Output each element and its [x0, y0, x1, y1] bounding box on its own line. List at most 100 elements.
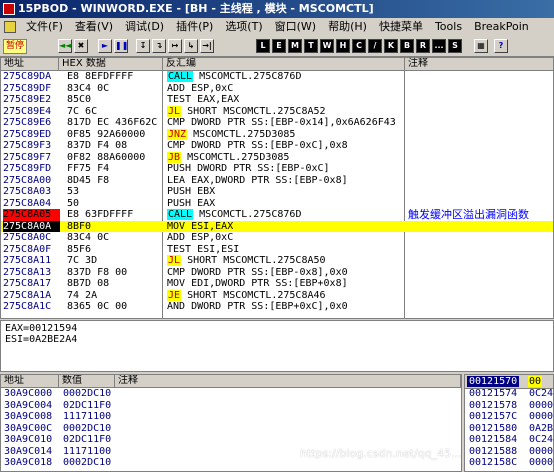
stack-row[interactable]: 00121584 0C24	[465, 434, 554, 446]
disassembly-pane[interactable]: 地址 HEX 数据 反汇编 注释 275C89DA E8 8EFDFFFF CALL…	[0, 57, 554, 319]
menu-debug[interactable]: 调试(D)	[119, 18, 170, 36]
step-over-button[interactable]: ↴	[152, 39, 166, 53]
disasm-row[interactable]: 275C8A17 8B7D 08 MOV EDI,DWORD PTR SS:[EBP…	[1, 278, 553, 290]
menu-breakpoints[interactable]: BreakPoin	[468, 18, 535, 36]
disasm-row[interactable]: 275C8A1A 74 2A JE SHORT MSCOMCTL.275C8A46	[1, 289, 553, 302]
disasm-row[interactable]: 275C8A0F 85F6 TEST ESI,ESI	[1, 244, 553, 256]
menu-tools[interactable]: Tools	[429, 18, 468, 36]
instruction-address: 275C8A1C	[3, 301, 52, 312]
dump-row[interactable]: 30A9C008 11171100	[1, 411, 461, 423]
instruction-hex: 8BF0	[67, 220, 92, 232]
instruction-operands: MOV EDI,DWORD PTR SS:[EBP+0x8]	[167, 278, 348, 289]
disasm-row[interactable]: 275C89FD FF75 F4 PUSH DWORD PTR SS:[EBP-0x…	[1, 163, 553, 175]
layout-grid-icon[interactable]: ▦	[474, 39, 488, 53]
handles-window-button[interactable]: H	[336, 39, 350, 53]
modules-window-button[interactable]: E	[272, 39, 286, 53]
trace-into-button[interactable]: ↦	[168, 39, 182, 53]
disasm-row[interactable]: 275C8A00 8D45 F8 LEA EAX,DWORD PTR SS:[EBP…	[1, 175, 553, 187]
dump-header-value[interactable]: 数值	[59, 375, 115, 388]
restart-button[interactable]: ◄◄	[58, 39, 72, 53]
stack-value: 0A2B	[529, 422, 554, 434]
stack-row[interactable]: 00121580 0A2B	[465, 422, 554, 435]
column-header-address[interactable]: 地址	[1, 58, 59, 71]
menu-shortcut[interactable]: 快捷菜单	[373, 18, 429, 36]
log-window-button[interactable]: L	[256, 39, 270, 53]
instruction-address: 275C89ED	[3, 128, 52, 140]
disasm-row[interactable]: 275C8A11 7C 3D JL SHORT MSCOMCTL.275C8A50	[1, 255, 553, 267]
dump-header-comment[interactable]: 注释	[115, 375, 461, 388]
disasm-row[interactable]: 275C89E4 7C 6C JL SHORT MSCOMCTL.275C8A52	[1, 105, 553, 118]
disasm-row[interactable]: 275C89E2 85C0 TEST EAX,EAX	[1, 94, 553, 106]
instruction-operands: MSCOMCTL.275C876D	[193, 209, 302, 220]
instruction-address: 275C89DF	[3, 82, 52, 94]
disasm-row[interactable]: 275C8A0C 83C4 0C ADD ESP,0xC	[1, 232, 553, 244]
instruction-disasm: ADD ESP,0xC	[167, 83, 405, 95]
run-button[interactable]: ►	[98, 39, 112, 53]
instruction-hex: 53	[67, 186, 80, 197]
register-eax-info: EAX=00121594	[5, 323, 78, 334]
references-window-button[interactable]: R	[416, 39, 430, 53]
disasm-row[interactable]: 275C8A1C 8365 0C 00 AND DWORD PTR SS:[EBP+…	[1, 301, 553, 313]
stack-row[interactable]: 0012157C 0000	[465, 411, 553, 423]
instruction-disasm: CALL MSCOMCTL.275C876D	[167, 209, 405, 221]
instruction-hex: E8 8EFDFFFF	[67, 71, 134, 82]
help-button[interactable]: ?	[494, 39, 508, 53]
disasm-row[interactable]: 275C8A03 53 PUSH EBX	[1, 186, 553, 198]
disasm-row[interactable]: 275C8A04 50 PUSH EAX	[1, 197, 553, 210]
pause-button[interactable]: ❚❚	[114, 39, 128, 53]
menu-plugins[interactable]: 插件(P)	[170, 18, 219, 36]
dump-row[interactable]: 30A9C004 02DC11F0	[1, 400, 461, 412]
stack-row[interactable]: 00121578 0000	[465, 399, 553, 412]
source-window-button[interactable]: S	[448, 39, 462, 53]
disasm-row[interactable]: 275C89DA E8 8EFDFFFF CALL MSCOMCTL.275C876…	[1, 71, 553, 83]
menu-view[interactable]: 查看(V)	[69, 18, 119, 36]
mnemonic-keyword: JB	[167, 151, 182, 163]
system-menu-icon[interactable]	[4, 21, 16, 33]
stack-top-address: 00121570	[467, 376, 520, 387]
instruction-operands: AND DWORD PTR SS:[EBP+0xC],0x0	[167, 301, 348, 312]
stack-row[interactable]: 00121588 0000	[465, 446, 553, 458]
memory-window-button[interactable]: M	[288, 39, 302, 53]
stack-value: 0C24	[529, 434, 554, 445]
step-into-button[interactable]: ↧	[136, 39, 150, 53]
app-icon	[3, 3, 15, 15]
disasm-row[interactable]: 275C89DF 83C4 0C ADD ESP,0xC	[1, 82, 553, 95]
dump-value: 0002DC10	[63, 422, 112, 434]
column-header-disasm[interactable]: 反汇编	[163, 58, 405, 71]
disasm-row[interactable]: 275C8A0A 8BF0 MOV ESI,EAX	[1, 220, 553, 232]
instruction-disasm: PUSH EAX	[167, 198, 405, 210]
threads-window-button[interactable]: T	[304, 39, 318, 53]
disasm-row[interactable]: 275C89F3 837D F4 08 CMP DWORD PTR SS:[EBP-…	[1, 140, 553, 152]
breakpoints-window-button[interactable]: B	[400, 39, 414, 53]
column-header-comment[interactable]: 注释	[405, 58, 553, 71]
disasm-row[interactable]: 275C89F7 0F82 88A60000 JB MSCOMCTL.275D308…	[1, 151, 553, 164]
dump-row[interactable]: 30A9C000 0002DC10	[1, 388, 461, 400]
dump-row[interactable]: 30A9C00C 0002DC10	[1, 423, 461, 435]
instruction-address: 275C8A05	[3, 209, 60, 221]
stack-row[interactable]: 00121574 0C24	[465, 388, 553, 400]
menu-options[interactable]: 选项(T)	[219, 18, 268, 36]
close-button[interactable]: ✖	[74, 39, 88, 53]
instruction-address: 275C8A04	[3, 197, 52, 209]
disasm-row[interactable]: 275C89ED 0F85 92A60000 JNZ MSCOMCTL.275D30…	[1, 128, 553, 141]
trace-over-button[interactable]: ↳	[184, 39, 198, 53]
menu-window[interactable]: 窗口(W)	[269, 18, 322, 36]
dump-row[interactable]: 30A9C010 02DC11F0	[1, 434, 461, 446]
stack-pane[interactable]: 00121570 00 00121574 0C24 00121578 0000 0012…	[464, 374, 554, 472]
dump-header-address[interactable]: 地址	[1, 375, 59, 388]
menu-file[interactable]: 文件(F)	[20, 18, 69, 36]
column-header-hex[interactable]: HEX 数据	[59, 58, 163, 71]
instruction-operands: ADD ESP,0xC	[167, 82, 234, 94]
menu-help[interactable]: 帮助(H)	[322, 18, 373, 36]
disasm-row[interactable]: 275C8A05 E8 63FDFFFF CALL MSCOMCTL.275C876…	[1, 209, 553, 221]
windows-window-button[interactable]: W	[320, 39, 334, 53]
run-trace-button[interactable]: ...	[432, 39, 446, 53]
execute-till-return-button[interactable]: →|	[200, 39, 214, 53]
disasm-row[interactable]: 275C8A13 837D F8 00 CMP DWORD PTR SS:[EBP-…	[1, 267, 553, 279]
patches-window-button[interactable]: /	[368, 39, 382, 53]
disasm-row[interactable]: 275C89E6 817D EC 436F62C CMP DWORD PTR SS:…	[1, 117, 553, 129]
stack-row[interactable]: 0012158C 0000	[465, 457, 553, 469]
stack-address: 00121578	[469, 399, 518, 411]
cpu-window-button[interactable]: C	[352, 39, 366, 53]
call-stack-button[interactable]: K	[384, 39, 398, 53]
